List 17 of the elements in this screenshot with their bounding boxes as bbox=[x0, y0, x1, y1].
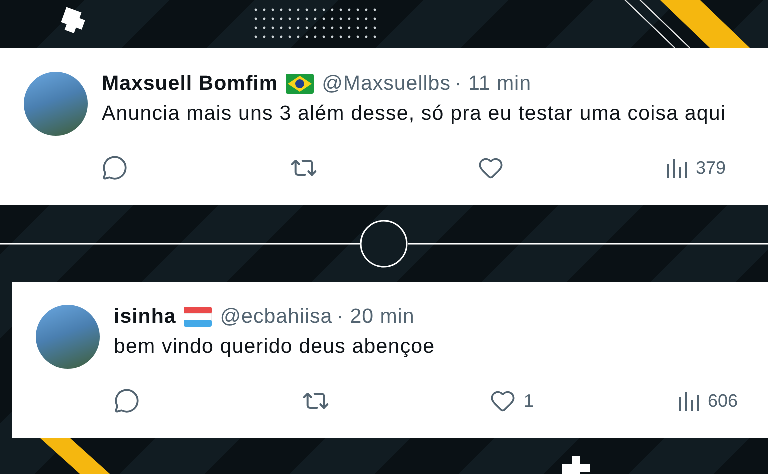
tweet-time: · 11 min bbox=[454, 72, 532, 96]
like-count: 1 bbox=[524, 390, 534, 412]
reply-icon[interactable] bbox=[102, 155, 128, 181]
flag-icon bbox=[286, 74, 314, 94]
tweet-text: bem vindo querido deus abençoe bbox=[114, 335, 436, 359]
tweet-text: Anuncia mais uns 3 além desse, só pra eu testar uma coisa aqui bbox=[102, 102, 728, 126]
user-handle[interactable]: @Maxsuellbs bbox=[322, 72, 451, 96]
user-name[interactable]: isinha bbox=[114, 305, 176, 329]
user-name[interactable]: Maxsuell Bomfim bbox=[102, 72, 278, 96]
views-icon[interactable] bbox=[678, 391, 700, 411]
tweet-time: · 20 min bbox=[336, 305, 415, 329]
reply-icon[interactable] bbox=[114, 388, 140, 414]
flag-icon bbox=[184, 307, 212, 327]
view-count: 606 bbox=[708, 390, 738, 412]
views-icon[interactable] bbox=[666, 158, 688, 178]
user-handle[interactable]: @ecbahiisa bbox=[220, 305, 333, 329]
view-count: 379 bbox=[696, 158, 726, 178]
